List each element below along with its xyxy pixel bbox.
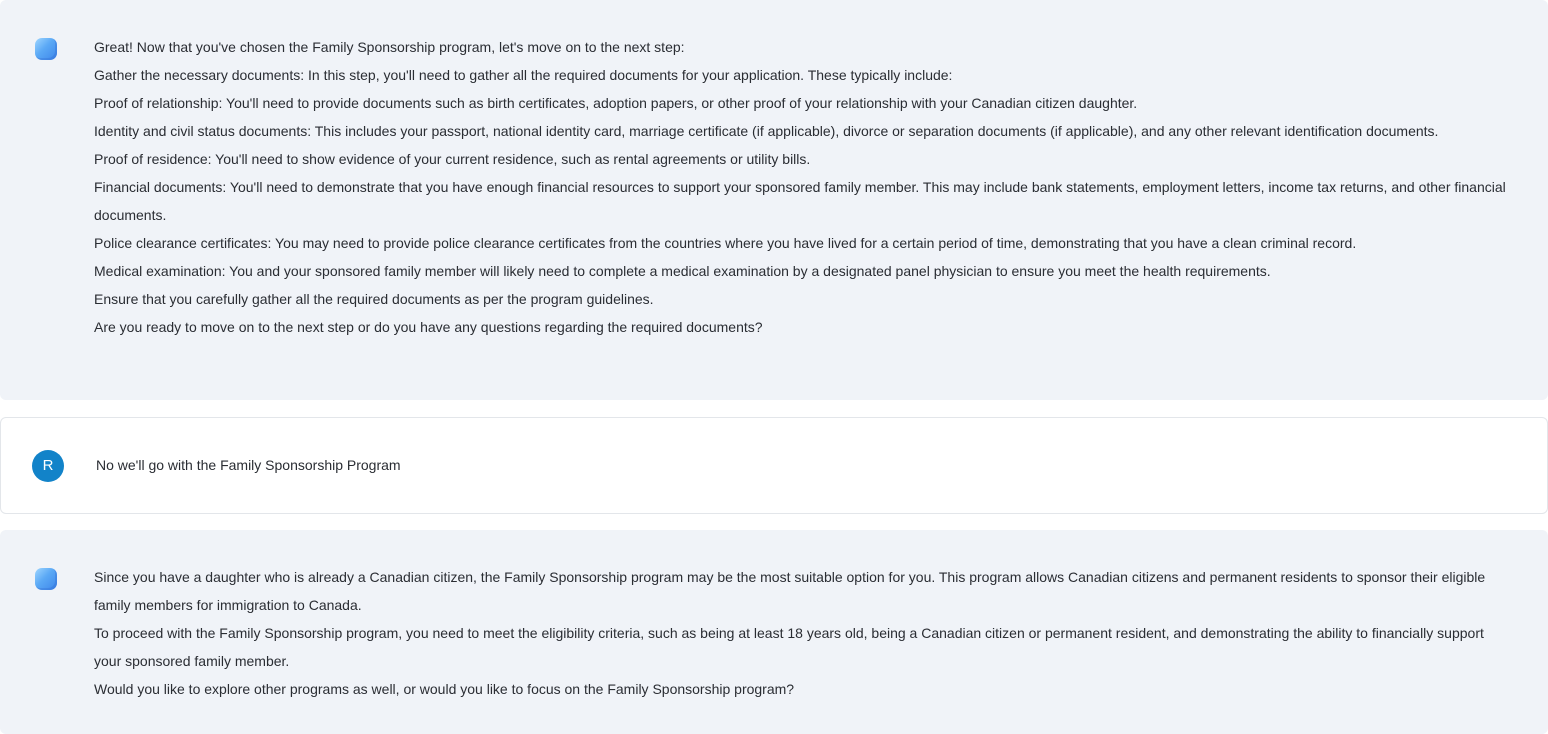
message-paragraph: Proof of residence: You'll need to show …	[94, 151, 811, 167]
message-paragraph: To proceed with the Family Sponsorship p…	[94, 625, 1484, 669]
message-paragraph: Police clearance certificates: You may n…	[94, 235, 1357, 251]
message-paragraph: Since you have a daughter who is already…	[94, 569, 1486, 613]
user-message: R No we'll go with the Family Sponsorshi…	[0, 417, 1548, 514]
message-paragraph: Great! Now that you've chosen the Family…	[94, 39, 685, 55]
assistant-message: Since you have a daughter who is already…	[0, 530, 1548, 734]
message-paragraph: Gather the necessary documents: In this …	[94, 67, 953, 83]
chat-thread: Great! Now that you've chosen the Family…	[0, 0, 1548, 734]
assistant-message: Great! Now that you've chosen the Family…	[0, 0, 1548, 400]
message-paragraph: Identity and civil status documents: Thi…	[94, 123, 1439, 139]
assistant-logo-icon	[35, 568, 57, 590]
message-paragraph: Proof of relationship: You'll need to pr…	[94, 95, 1138, 111]
message-paragraph: Would you like to explore other programs…	[94, 681, 795, 697]
message-paragraph: No we'll go with the Family Sponsorship …	[96, 457, 401, 473]
message-paragraph: Medical examination: You and your sponso…	[94, 263, 1271, 279]
message-text: Great! Now that you've chosen the Family…	[94, 33, 1514, 341]
message-text: Since you have a daughter who is already…	[94, 563, 1514, 703]
message-paragraph: Ensure that you carefully gather all the…	[94, 291, 654, 307]
message-paragraph: Are you ready to move on to the next ste…	[94, 319, 763, 335]
message-paragraph: Financial documents: You'll need to demo…	[94, 179, 1506, 223]
assistant-logo-icon	[35, 38, 57, 60]
message-text: No we'll go with the Family Sponsorship …	[96, 451, 1516, 479]
user-avatar: R	[32, 450, 64, 482]
